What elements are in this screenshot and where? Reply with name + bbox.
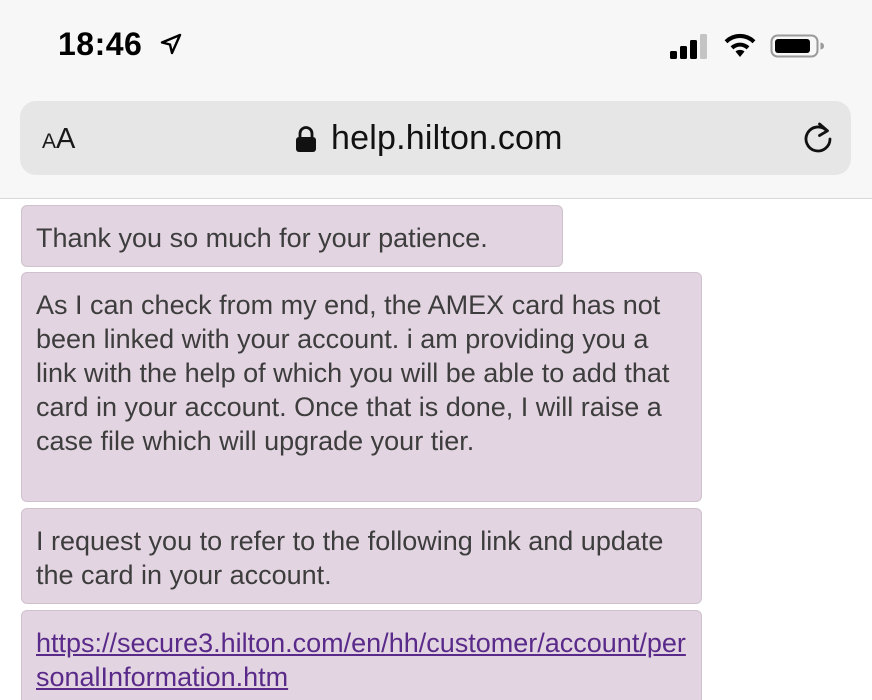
text-size-button[interactable]: AA [42,123,75,155]
account-link[interactable]: https://secure3.hilton.com/en/hh/custome… [36,626,687,694]
screen: 18:46 AA help.hilton.com Thank you so mu… [0,0,872,700]
battery-icon [770,34,824,58]
browser-chrome: 18:46 AA help.hilton.com [0,0,872,199]
text-size-large-label: A [56,123,76,155]
reload-icon[interactable] [800,121,836,157]
chat-message-bubble: I request you to refer to the following … [21,508,702,604]
address-bar[interactable]: AA help.hilton.com [20,101,851,175]
chat-message-bubble: https://secure3.hilton.com/en/hh/custome… [21,610,702,700]
status-time: 18:46 [58,26,143,62]
chat-message-bubble: Thank you so much for your patience. [21,205,563,267]
chat-messages: Thank you so much for your patience. As … [0,199,872,700]
chat-message-text: As I can check from my end, the AMEX car… [36,290,670,456]
chat-message-bubble: As I can check from my end, the AMEX car… [21,272,702,502]
wifi-icon [724,33,756,57]
text-size-small-label: A [42,130,57,153]
chat-message-text: I request you to refer to the following … [36,526,664,590]
lock-icon [296,126,316,152]
location-arrow-icon [160,33,182,55]
url-text[interactable]: help.hilton.com [331,119,563,158]
cellular-signal-icon [670,34,707,59]
chat-message-text: Thank you so much for your patience. [36,223,488,253]
